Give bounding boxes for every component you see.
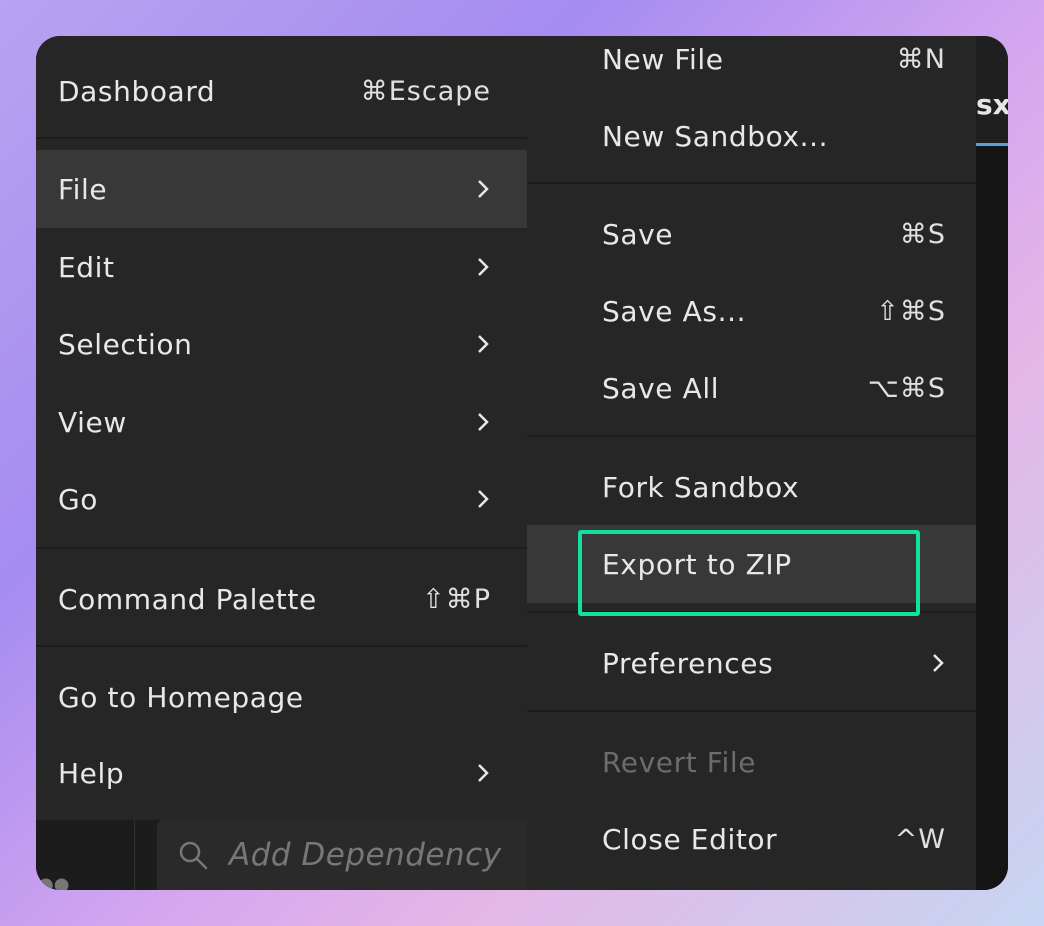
menu-item-shortcut: ⌘N [896,43,946,75]
menu-item-label: Save [602,217,674,251]
menu-item-label: Help [58,756,125,790]
menu-item-label: Save As... [602,294,747,328]
menu-item-label: Close Editor [602,822,778,856]
menu-item-close-editor[interactable]: Close Editor ^W [527,800,976,878]
menu-item-label: Fork Sandbox [602,470,800,504]
menu-item-dashboard[interactable]: Dashboard ⌘Escape [36,52,527,130]
menu-item-label: Go to Homepage [58,680,304,714]
editor-window: sx ●● Add Dependency Dashboard ⌘Escape F… [36,36,1008,890]
menu-item-go-to-homepage[interactable]: Go to Homepage [36,658,527,736]
menu-item-save-as[interactable]: Save As... ⇧⌘S [527,272,976,350]
file-submenu: New File ⌘N New Sandbox... Save ⌘S Save … [527,36,976,890]
menu-item-shortcut: ^W [894,823,946,855]
menu-item-new-file[interactable]: New File ⌘N [527,36,976,98]
chevron-right-icon [478,258,489,276]
menu-item-label: Save All [602,371,720,405]
menu-separator [527,435,976,437]
menu-separator [36,137,527,139]
menu-item-save[interactable]: Save ⌘S [527,195,976,273]
menu-item-save-all[interactable]: Save All ⌥⌘S [527,349,976,427]
menu-item-label: File [58,172,108,206]
chevron-right-icon [478,490,489,508]
menu-item-help[interactable]: Help [36,734,527,812]
menu-item-label: View [58,405,127,439]
menu-separator [527,710,976,712]
search-icon [179,841,208,870]
chevron-right-icon [933,654,944,672]
menu-item-shortcut: ⌥⌘S [867,372,946,404]
menu-item-edit[interactable]: Edit [36,228,527,306]
menu-item-label: Go [58,482,99,516]
chevron-right-icon [478,180,489,198]
menu-item-view[interactable]: View [36,383,527,461]
menu-item-label: Export to ZIP [602,547,792,581]
menu-item-label: New File [602,42,724,76]
menu-item-label: Preferences [602,646,774,680]
chevron-right-icon [478,764,489,782]
menu-item-file[interactable]: File [36,150,527,228]
menu-separator [36,645,527,647]
menu-separator [527,182,976,184]
editor-tab-label: sx [976,88,1008,121]
avatar-icon: ●● [38,874,70,890]
add-dependency-input[interactable]: Add Dependency [157,820,557,890]
menu-item-new-sandbox[interactable]: New Sandbox... [527,97,976,175]
menu-item-command-palette[interactable]: Command Palette ⇧⌘P [36,560,527,638]
menu-item-label: Selection [58,327,193,361]
editor-panel [976,146,1008,890]
menu-item-shortcut: ⌘Escape [360,75,491,107]
menu-item-label: New Sandbox... [602,119,829,153]
chevron-right-icon [478,413,489,431]
menu-item-shortcut: ⇧⌘P [422,583,491,615]
menu-item-label: Command Palette [58,582,317,616]
menu-item-label: Revert File [602,745,757,779]
add-dependency-placeholder: Add Dependency [229,837,502,873]
menu-separator [527,611,976,613]
menu-item-shortcut: ⌘S [899,218,946,250]
menu-item-label: Dashboard [58,74,216,108]
menu-separator [36,547,527,549]
menu-item-export-to-zip[interactable]: Export to ZIP [527,525,976,603]
menu-item-revert-file: Revert File [527,723,976,801]
menu-item-go[interactable]: Go [36,460,527,538]
menu-item-label: Edit [58,250,115,284]
menu-item-preferences[interactable]: Preferences [527,624,976,702]
divider [134,820,135,890]
main-menu: Dashboard ⌘Escape File Edit Selection Vi… [36,36,527,820]
menu-item-selection[interactable]: Selection [36,305,527,383]
menu-item-shortcut: ⇧⌘S [876,295,946,327]
menu-item-fork-sandbox[interactable]: Fork Sandbox [527,448,976,526]
chevron-right-icon [478,335,489,353]
